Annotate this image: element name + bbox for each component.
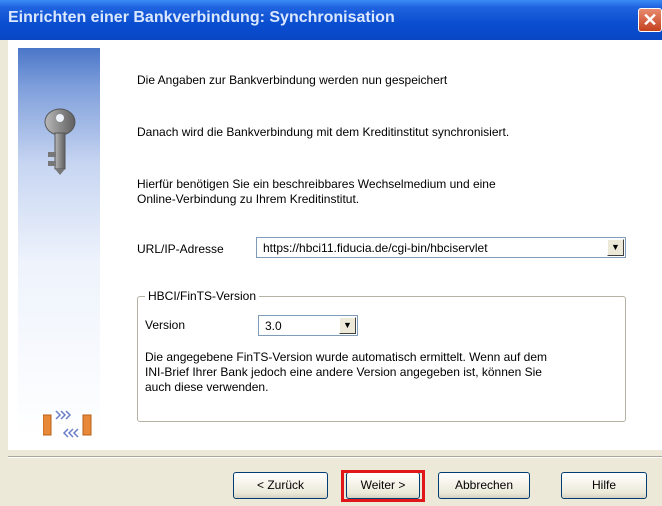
chevron-down-icon[interactable]: ▼ [607,239,624,256]
version-info-line3: auch diese verwenden. [145,380,269,394]
title-bar[interactable]: Einrichten einer Bankverbindung: Synchro… [0,0,662,40]
chevron-down-icon[interactable]: ▼ [339,317,356,334]
url-dropdown-value: https://hbci11.fiducia.de/cgi-bin/hbcise… [263,241,488,255]
version-info-line2: INI-Brief Ihrer Bank jedoch eine andere … [145,365,542,379]
version-dropdown[interactable]: 3.0 ▼ [258,315,358,336]
key-icon [44,108,76,175]
cancel-button[interactable]: Abbrechen [438,472,530,499]
close-icon: ✕ [642,10,658,30]
info-text-medium-line2: Online-Verbindung zu Ihrem Kreditinstitu… [137,192,360,206]
url-label: URL/IP-Adresse [137,242,224,256]
next-button-highlight [341,470,425,502]
version-info-line1: Die angegebene FinTS-Version wurde autom… [145,350,547,364]
sync-transfer-icon [43,410,92,438]
button-separator [8,456,662,458]
close-button[interactable]: ✕ [638,8,662,32]
info-text-sync: Danach wird die Bankverbindung mit dem K… [137,125,510,139]
back-button[interactable]: < Zurück [233,472,328,499]
window-title: Einrichten einer Bankverbindung: Synchro… [8,9,395,26]
url-dropdown[interactable]: https://hbci11.fiducia.de/cgi-bin/hbcise… [256,237,626,258]
version-dropdown-value: 3.0 [265,319,282,333]
help-button[interactable]: Hilfe [561,472,647,499]
fints-group-title: HBCI/FinTS-Version [145,289,260,303]
wizard-side-banner [18,48,100,438]
info-text-medium-line1: Hierfür benötigen Sie ein beschreibbares… [137,177,496,191]
version-label: Version [145,318,186,332]
info-text-saved: Die Angaben zur Bankverbindung werden nu… [137,73,448,87]
